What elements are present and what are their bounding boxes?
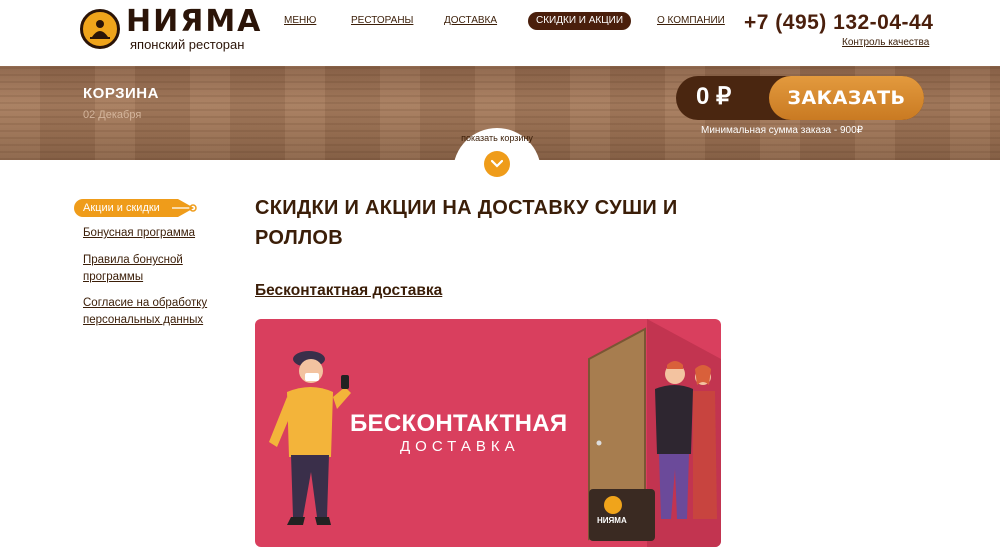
site-header: НИЯМА японский ресторан МЕНЮ РЕСТОРАНЫ Д… [0,0,1000,66]
promo-banner[interactable]: БЕСКОНТАКТНАЯ ДОСТАВКА НИЯМА [255,319,721,547]
promo-image-subtitle: ДОСТАВКА [400,438,520,455]
cart-date: 02 Декабря [83,109,142,121]
sidebar-active-label: Акции и скидки [74,199,170,217]
nav-menu[interactable]: МЕНЮ [284,12,316,30]
logo-emblem-icon [80,9,120,49]
order-panel: 0 ₽ ЗАКАЗАТЬ [676,76,924,120]
cart-title: КОРЗИНА [83,85,159,102]
courier-illustration [269,351,351,525]
logo-subtitle: японский ресторан [130,37,245,52]
promo-bag-label: НИЯМА [597,516,627,525]
sidebar-item-consent[interactable]: Согласие на обработку персональных данны… [83,295,213,329]
order-sum: 0 ₽ [696,83,732,110]
sidebar-item-discounts[interactable]: Акции и скидки [74,199,198,217]
min-order-note: Минимальная сумма заказа - 900₽ [701,125,864,136]
promo-link[interactable]: Бесконтактная доставка [255,282,442,300]
order-button[interactable]: ЗАКАЗАТЬ [769,76,924,120]
door-scene-illustration: НИЯМА [588,319,721,547]
nav-about[interactable]: О КОМПАНИИ [657,12,725,30]
phone-number[interactable]: +7 (495) 132-04-44 [744,11,933,35]
sidebar-item-bonus-rules[interactable]: Правила бонусной программы [83,252,193,286]
show-cart-toggle[interactable]: показать корзину [453,128,541,188]
nav-restaurants[interactable]: РЕСТОРАНЫ [351,12,413,30]
logo-name: НИЯМА [126,4,263,39]
chopsticks-icon [168,199,197,217]
sidebar-item-bonus[interactable]: Бонусная программа [83,225,233,242]
promo-image-title: БЕСКОНТАКТНАЯ [350,410,568,437]
nav-delivery[interactable]: ДОСТАВКА [444,12,497,30]
chevron-down-icon[interactable] [484,151,510,177]
logo[interactable]: НИЯМА японский ресторан [80,4,263,52]
show-cart-label: показать корзину [461,133,533,143]
quality-control-link[interactable]: Контроль качества [842,37,929,48]
page-title: СКИДКИ И АКЦИИ НА ДОСТАВКУ СУШИ И РОЛЛОВ [255,197,678,249]
nav-discounts[interactable]: СКИДКИ И АКЦИИ [528,12,632,30]
